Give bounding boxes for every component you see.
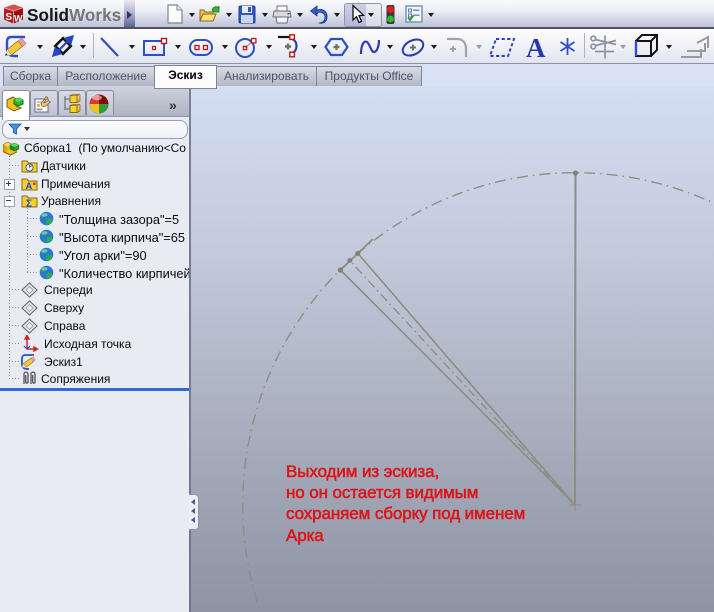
svg-text:A: A bbox=[526, 35, 546, 59]
svg-text:S: S bbox=[5, 12, 12, 23]
svg-text:W: W bbox=[14, 14, 23, 24]
svg-text:Σ: Σ bbox=[26, 199, 32, 209]
svg-text:А: А bbox=[26, 181, 33, 191]
